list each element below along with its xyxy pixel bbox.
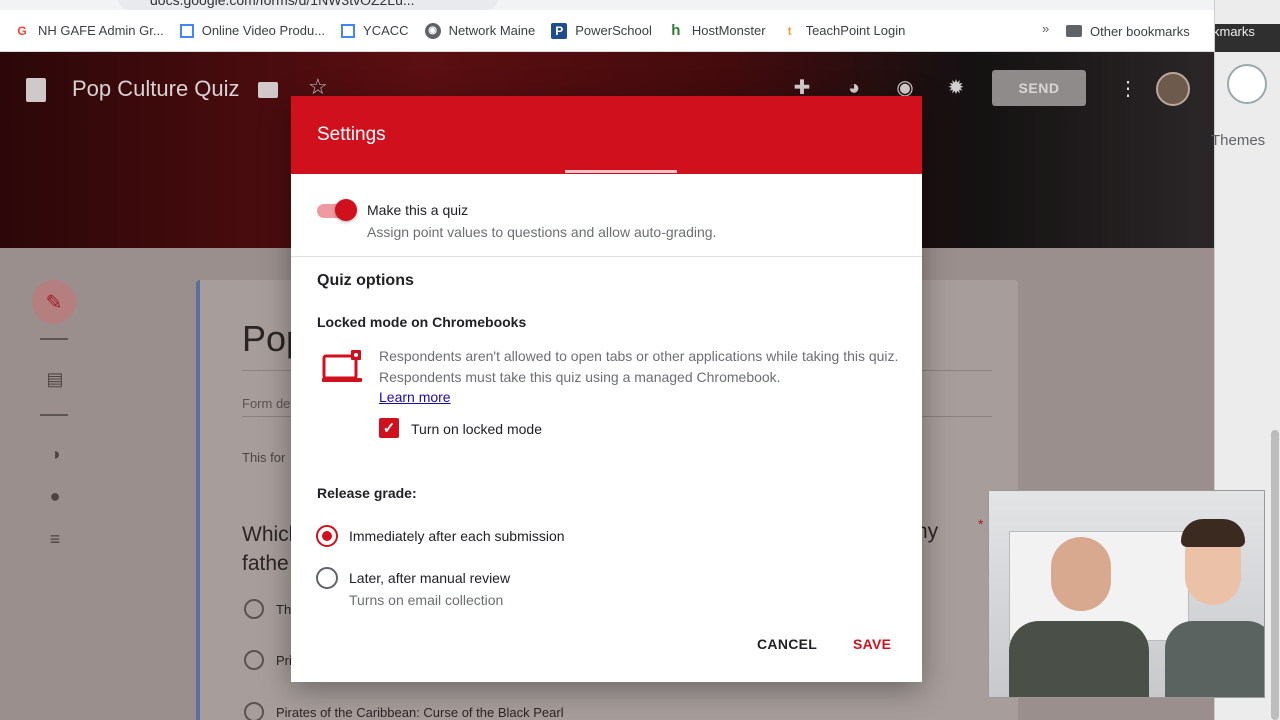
- bookmarks-overflow-chevron[interactable]: »: [1042, 21, 1049, 36]
- other-bookmarks-label: Other bookmarks: [1090, 23, 1190, 39]
- presenter-right: [1165, 519, 1264, 697]
- url-text: docs.google.com/forms/d/1NW3tvOZ2Lu...: [150, 0, 415, 8]
- bookmark-label: TeachPoint Login: [805, 23, 906, 38]
- bookmark-hostmonster[interactable]: h HostMonster: [668, 22, 766, 39]
- release-immediate-label[interactable]: Immediately after each submission: [349, 528, 565, 544]
- radio-icon: [244, 599, 264, 619]
- bookmark-teachpoint[interactable]: t TeachPoint Login: [782, 23, 906, 39]
- bookmark-label: Online Video Produ...: [201, 23, 326, 38]
- presenter-left: [1009, 537, 1149, 697]
- question-option[interactable]: Pri: [244, 650, 292, 670]
- form-note-partial: This for: [242, 450, 286, 465]
- release-grade-heading: Release grade:: [317, 485, 417, 501]
- bookmarks-overflow-text: kmarks: [1215, 24, 1280, 52]
- quiz-options-heading: Quiz options: [317, 272, 414, 289]
- release-immediate-radio[interactable]: [316, 525, 338, 547]
- school-seal-icon: [1227, 64, 1267, 104]
- bookmark-ycacc[interactable]: YCACC: [341, 23, 409, 38]
- bookmark-label: HostMonster: [691, 23, 766, 38]
- required-mark: *: [978, 516, 984, 532]
- bookmark-label: Network Maine: [448, 23, 536, 38]
- list-icon[interactable]: ≡: [44, 528, 66, 550]
- release-later-radio[interactable]: [316, 567, 338, 589]
- bookmarks-bar: G NH GAFE Admin Gr... Online Video Produ…: [0, 10, 1214, 52]
- webcam-overlay: [988, 490, 1265, 698]
- scrollbar[interactable]: [1271, 430, 1279, 720]
- teachpoint-icon: t: [787, 23, 792, 38]
- form-description-partial: Form de: [242, 396, 291, 411]
- bookmark-label: PowerSchool: [575, 23, 652, 38]
- send-button[interactable]: SEND: [992, 70, 1086, 106]
- bookmark-network-maine[interactable]: ◉ Network Maine: [424, 22, 536, 39]
- globe-icon: ◉: [424, 22, 441, 39]
- address-bar-strip: docs.google.com/forms/d/1NW3tvOZ2Lu...: [0, 0, 1214, 10]
- google-icon: G: [17, 23, 27, 38]
- folder-icon: [1066, 25, 1082, 37]
- folder-icon[interactable]: [258, 82, 278, 98]
- settings-title: Settings: [317, 124, 386, 145]
- locked-mode-checkbox[interactable]: ✓: [379, 418, 399, 438]
- save-button[interactable]: SAVE: [853, 636, 891, 652]
- doc-icon: [179, 23, 194, 38]
- bookmark-label: YCACC: [363, 23, 409, 38]
- person-icon[interactable]: ●: [44, 485, 66, 507]
- responses-pie-icon[interactable]: ◑: [44, 443, 66, 465]
- make-quiz-label: Make this a quiz: [367, 202, 469, 218]
- settings-dialog-header: Settings: [291, 96, 922, 174]
- settings-dialog: Settings Make this a quiz Assign point v…: [291, 96, 922, 682]
- learn-more-link[interactable]: Learn more: [379, 389, 451, 405]
- other-bookmarks[interactable]: Other bookmarks: [1066, 13, 1190, 49]
- doc-icon: [341, 23, 356, 38]
- make-quiz-toggle[interactable]: [317, 199, 357, 221]
- divider: [291, 256, 922, 257]
- release-later-sublabel: Turns on email collection: [349, 592, 504, 608]
- edit-pencil-icon[interactable]: ✎: [32, 280, 76, 324]
- radio-icon: [244, 702, 264, 720]
- bookmark-online-video[interactable]: Online Video Produ...: [179, 23, 326, 38]
- make-quiz-description: Assign point values to questions and all…: [367, 224, 717, 240]
- locked-mode-checkbox-label[interactable]: Turn on locked mode: [411, 421, 542, 437]
- tab-quizzes-indicator[interactable]: [565, 170, 677, 173]
- gear-icon[interactable]: ✹: [944, 76, 968, 100]
- radio-icon: [244, 650, 264, 670]
- bookmark-label: NH GAFE Admin Gr...: [38, 23, 164, 38]
- import-questions-icon[interactable]: ▤: [44, 368, 66, 390]
- release-later-label[interactable]: Later, after manual review: [349, 570, 510, 586]
- locked-mode-description: Respondents aren't allowed to open tabs …: [379, 348, 899, 385]
- powerschool-icon: P: [551, 22, 568, 39]
- question-option[interactable]: Pirates of the Caribbean: Curse of the B…: [244, 702, 564, 720]
- bookmark-nh-gafe[interactable]: G NH GAFE Admin Gr...: [14, 23, 164, 39]
- form-title[interactable]: Pop Culture Quiz: [72, 76, 240, 102]
- hostmonster-icon: h: [671, 22, 681, 39]
- cancel-button[interactable]: CANCEL: [757, 636, 817, 652]
- locked-mode-heading: Locked mode on Chromebooks: [317, 314, 527, 330]
- more-menu-icon[interactable]: ⋮: [1118, 76, 1138, 101]
- avatar[interactable]: [1156, 72, 1190, 106]
- themes-label: Themes: [1211, 132, 1266, 149]
- forms-doc-icon[interactable]: [26, 78, 46, 102]
- locked-laptop-icon: [322, 350, 362, 382]
- bookmark-powerschool[interactable]: P PowerSchool: [551, 22, 652, 39]
